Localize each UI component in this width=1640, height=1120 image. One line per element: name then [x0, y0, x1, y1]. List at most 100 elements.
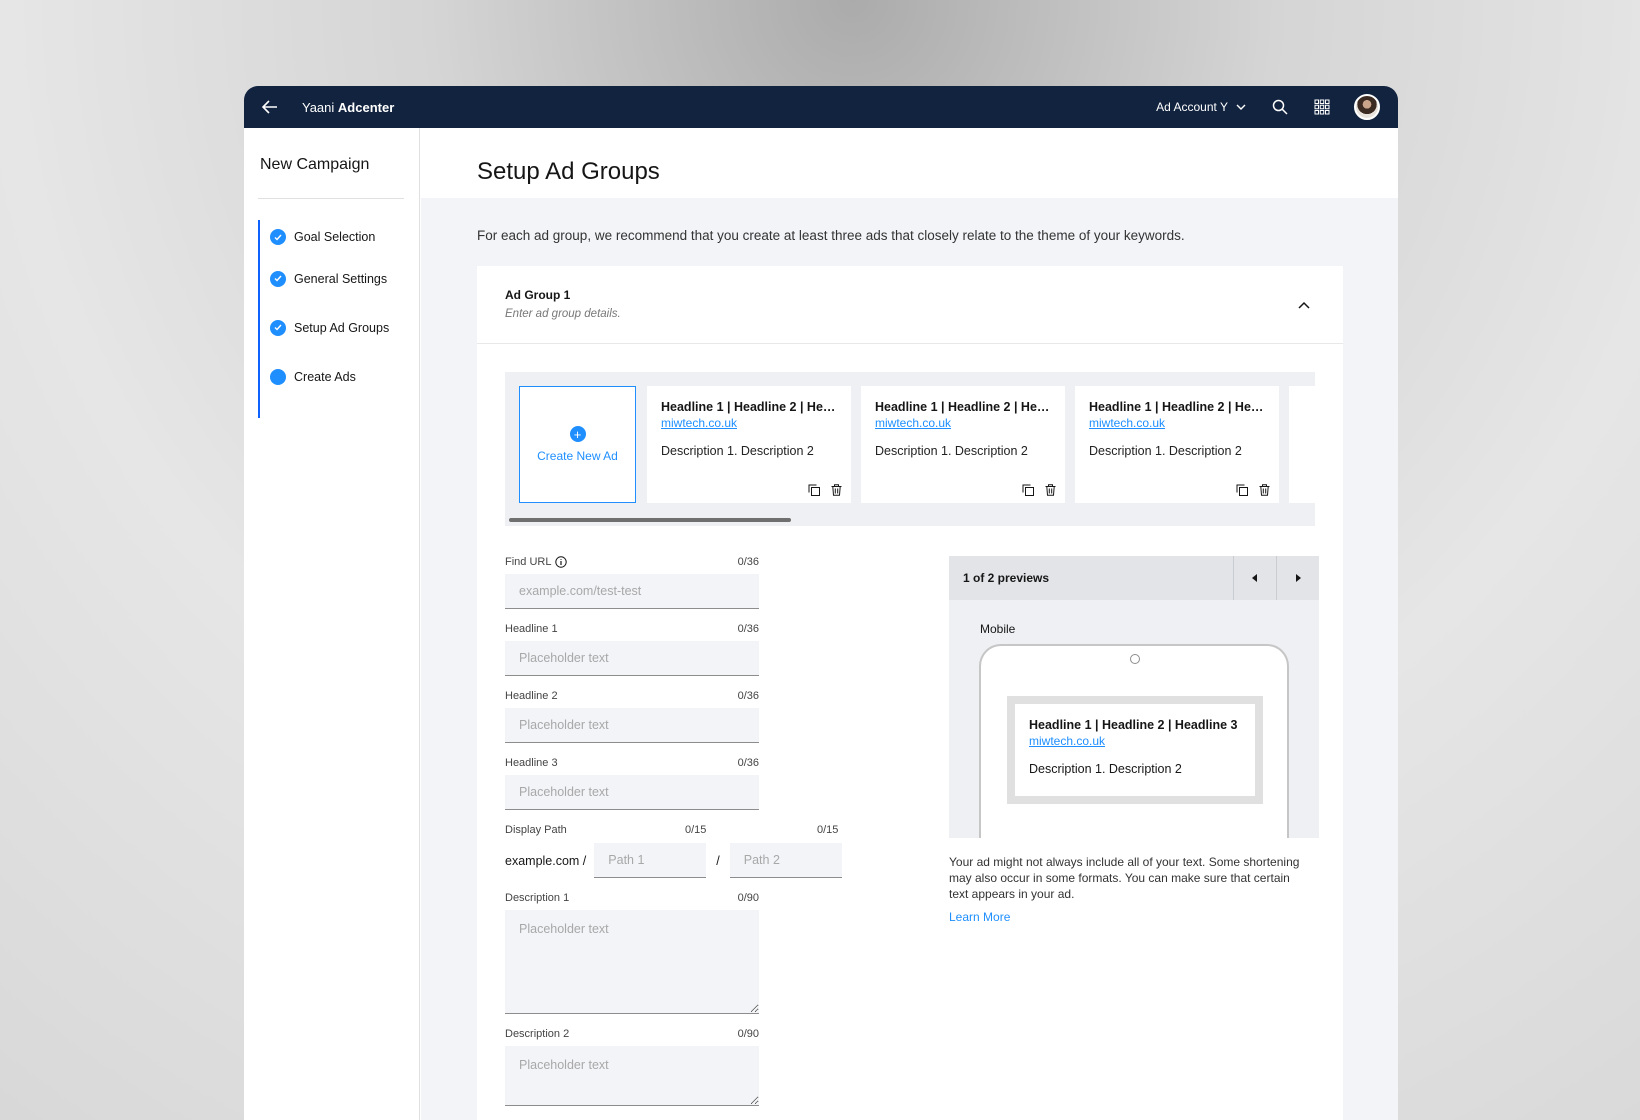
step-label: Create Ads	[294, 369, 356, 384]
top-bar: Yaani Adcenter Ad Account Y	[244, 86, 1398, 128]
ad-description: Description 1. Description 2	[875, 444, 1028, 458]
app-window: Yaani Adcenter Ad Account Y New Campaign	[244, 86, 1398, 1120]
trash-icon[interactable]	[829, 483, 843, 497]
path2-input[interactable]	[729, 843, 842, 878]
sidebar-title: New Campaign	[260, 156, 370, 173]
step-create-ads[interactable]: Create Ads	[260, 352, 408, 401]
headline2-input[interactable]	[505, 708, 759, 743]
info-icon[interactable]	[555, 556, 568, 568]
preview-body: Mobile Headline 1 | Headline 2 | Headlin…	[949, 600, 1319, 838]
page-header: Setup Ad Groups	[421, 128, 1398, 198]
create-new-ad-button[interactable]: + Create New Ad	[519, 386, 636, 503]
ad-card[interactable]: Headline 1 | Headline 2 | Headline 3 miw…	[861, 386, 1065, 503]
ad-url-link[interactable]: miwtech.co.uk	[661, 416, 837, 430]
headline1-label: Headline 1	[505, 623, 558, 635]
headline1-field-group: Headline 1 0/36	[505, 623, 845, 676]
ad-actions	[1021, 483, 1057, 497]
preview-note: Your ad might not always include all of …	[949, 855, 1300, 901]
back-arrow-icon[interactable]	[258, 95, 282, 119]
device-label: Mobile	[980, 622, 1016, 636]
ad-actions	[807, 483, 843, 497]
preview-header: 1 of 2 previews	[949, 556, 1319, 600]
description2-textarea[interactable]	[505, 1046, 759, 1106]
description2-counter: 0/90	[737, 1028, 759, 1040]
path1-counter: 0/15	[685, 824, 707, 836]
user-avatar[interactable]	[1354, 94, 1380, 120]
step-setup-ad-groups[interactable]: Setup Ad Groups	[260, 303, 408, 352]
check-icon	[270, 229, 286, 245]
account-switcher[interactable]: Ad Account Y	[1156, 100, 1246, 114]
scrollbar-thumb[interactable]	[509, 518, 791, 522]
headline3-counter: 0/36	[737, 757, 759, 769]
path1-input[interactable]	[594, 843, 707, 878]
description1-field-group: Description 1 0/90	[505, 892, 845, 1014]
caret-left-icon	[1252, 574, 1257, 582]
description1-label: Description 1	[505, 892, 570, 904]
next-preview-button[interactable]	[1276, 556, 1319, 600]
headline2-label: Headline 2	[505, 690, 558, 702]
check-icon	[270, 319, 286, 336]
ad-card[interactable]: Headline 1 | Headline 2 | Headline 3 miw…	[647, 386, 851, 503]
description2-field-group: Description 2 0/90	[505, 1028, 845, 1106]
ad-group-header[interactable]: Ad Group 1 Enter ad group details.	[477, 266, 1343, 344]
ad-headline: Headline 1 | Headline 2 | Headline 3	[875, 400, 1051, 414]
headline2-field-group: Headline 2 0/36	[505, 690, 845, 743]
ad-url-link[interactable]: miwtech.co.uk	[875, 416, 1051, 430]
headline3-input[interactable]	[505, 775, 759, 810]
app-grid-icon[interactable]	[1312, 97, 1332, 117]
headline1-input[interactable]	[505, 641, 759, 676]
ad-preview: 1 of 2 previews Mobile Headline 1 | Head…	[949, 556, 1319, 926]
ad-card-partial[interactable]	[1289, 386, 1315, 503]
ad-headline: Headline 1 | Headline 2 | Headline 3	[661, 400, 837, 414]
description1-counter: 0/90	[737, 892, 759, 904]
step-general-settings[interactable]: General Settings	[260, 254, 408, 303]
preview-ad: Headline 1 | Headline 2 | Headline 3 miw…	[1007, 696, 1263, 804]
chevron-down-icon	[1236, 104, 1246, 110]
current-step-icon	[270, 368, 286, 385]
preview-count: 1 of 2 previews	[963, 571, 1050, 585]
previous-preview-button[interactable]	[1233, 556, 1276, 600]
find-url-input[interactable]	[505, 574, 759, 609]
path2-counter: 0/15	[817, 824, 839, 836]
ad-actions	[1235, 483, 1271, 497]
camera-icon	[1130, 654, 1140, 664]
copy-icon[interactable]	[807, 483, 821, 497]
step-goal-selection[interactable]: Goal Selection	[260, 220, 408, 254]
ad-group-card: Ad Group 1 Enter ad group details. + Cre…	[477, 266, 1343, 1120]
find-url-counter: 0/36	[737, 556, 759, 568]
description2-label: Description 2	[505, 1028, 570, 1040]
check-icon	[270, 270, 286, 287]
display-path-field-group: Display Path 0/15 0/15 example.com / /	[505, 824, 845, 878]
ad-form: Find URL 0/36 Headline 1 0/36	[505, 556, 845, 1120]
ads-carousel: + Create New Ad Headline 1 | Headline 2 …	[505, 372, 1315, 526]
sidebar: New Campaign Goal Selection General Sett…	[244, 128, 420, 1120]
copy-icon[interactable]	[1235, 483, 1249, 497]
ad-description: Description 1. Description 2	[1089, 444, 1242, 458]
headline2-counter: 0/36	[737, 690, 759, 702]
intro-text: For each ad group, we recommend that you…	[477, 228, 1185, 243]
preview-description: Description 1. Description 2	[1029, 762, 1182, 776]
search-icon[interactable]	[1270, 97, 1290, 117]
learn-more-link[interactable]: Learn More	[949, 910, 1010, 924]
top-bar-actions: Ad Account Y	[1156, 94, 1380, 120]
chevron-up-icon[interactable]	[1295, 296, 1313, 314]
step-label: General Settings	[294, 271, 388, 286]
brand: Yaani Adcenter	[302, 100, 394, 115]
copy-icon[interactable]	[1021, 483, 1035, 497]
trash-icon[interactable]	[1043, 483, 1057, 497]
ad-card[interactable]: Headline 1 | Headline 2 | Headline 3 miw…	[1075, 386, 1279, 503]
step-label: Goal Selection	[294, 230, 376, 244]
preview-headline: Headline 1 | Headline 2 | Headline 3	[1029, 718, 1238, 732]
ad-url-link[interactable]: miwtech.co.uk	[1089, 416, 1265, 430]
plus-icon: +	[569, 426, 586, 442]
description1-textarea[interactable]	[505, 910, 759, 1014]
headline1-counter: 0/36	[737, 623, 759, 635]
headline3-label: Headline 3	[505, 757, 558, 769]
trash-icon[interactable]	[1257, 483, 1271, 497]
account-name: Ad Account Y	[1156, 100, 1228, 114]
find-url-field-group: Find URL 0/36	[505, 556, 845, 609]
ad-headline: Headline 1 | Headline 2 | Headline 3	[1089, 400, 1265, 414]
path-separator: /	[716, 853, 720, 868]
ad-group-title: Ad Group 1	[505, 288, 571, 302]
ad-group-subtitle: Enter ad group details.	[505, 308, 621, 320]
